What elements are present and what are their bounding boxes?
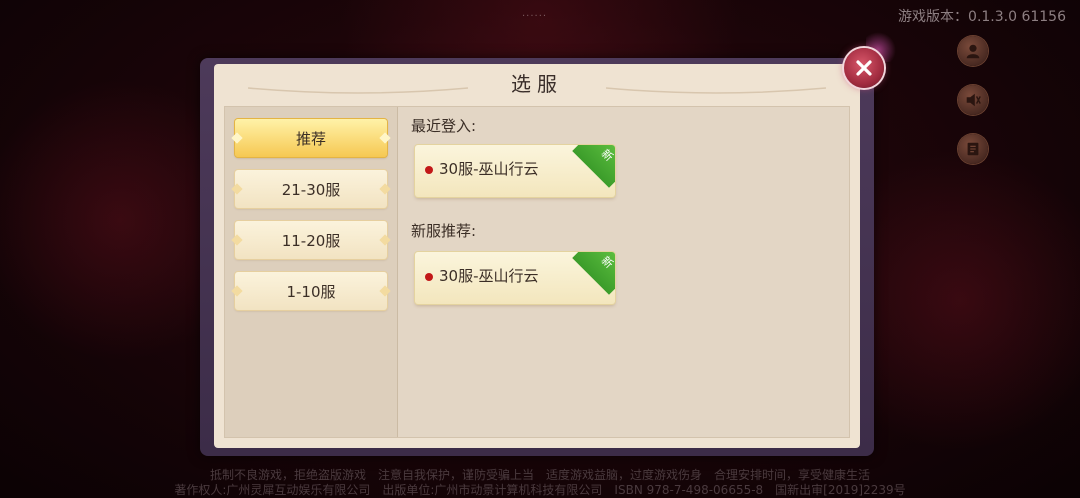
tab-label: 11-20服 [281,231,341,250]
tab-label: 1-10服 [286,282,336,301]
tab-diamond-icon [231,234,243,246]
recent-server-card[interactable]: 30服-巫山行云 新 [415,145,615,197]
tab-diamond-icon [379,285,391,297]
tab-servers-21-30[interactable]: 21-30服 [231,170,391,208]
tab-diamond-icon [379,132,391,144]
notice-button[interactable] [958,134,988,164]
tab-diamond-icon [379,234,391,246]
sound-button[interactable] [958,85,988,115]
tab-label: 21-30服 [281,180,341,199]
title-ornament-left-icon [248,87,468,94]
title-bar: 选服 [214,64,860,100]
recent-login-label: 最近登入: [411,117,477,135]
dialog-title: 选服 [511,71,563,96]
close-button[interactable] [844,48,884,88]
dialog-content: 推荐 21-30服 11-20服 1-10服 最近登入: 30服-巫山行云 新 … [224,106,850,438]
status-indicator: ...... [522,8,548,19]
server-status-dot [425,273,433,281]
server-name: 30服-巫山行云 [439,267,539,285]
server-name: 30服-巫山行云 [439,160,539,178]
tab-diamond-icon [379,183,391,195]
tab-diamond-icon [231,132,243,144]
tab-recommended[interactable]: 推荐 [231,119,391,157]
version-label: 游戏版本：0.1.3.0 61156 [898,9,1066,25]
tab-diamond-icon [231,183,243,195]
server-select-dialog: 选服 推荐 21-30服 11-20服 1-10服 最近登入: 30服-巫山行云… [200,58,874,456]
title-ornament-right-icon [606,87,826,94]
dialog-panel: 选服 推荐 21-30服 11-20服 1-10服 最近登入: 30服-巫山行云… [214,64,860,448]
user-icon [966,44,980,59]
new-server-card[interactable]: 30服-巫山行云 新 [415,252,615,304]
tab-label: 推荐 [295,129,326,148]
copyright-notice: 著作权人:广州灵犀互动娱乐有限公司 出版单位:广州市动景计算机科技有限公司 IS… [174,483,906,497]
server-status-dot [425,166,433,174]
notice-book-icon [967,142,979,156]
new-server-label: 新服推荐: [411,222,477,240]
server-group-sidebar: 推荐 21-30服 11-20服 1-10服 [225,107,398,437]
user-button[interactable] [958,36,988,66]
tab-servers-1-10[interactable]: 1-10服 [231,272,391,310]
sound-icon [966,93,981,107]
tab-diamond-icon [231,285,243,297]
tab-servers-11-20[interactable]: 11-20服 [231,221,391,259]
close-icon [856,60,872,76]
